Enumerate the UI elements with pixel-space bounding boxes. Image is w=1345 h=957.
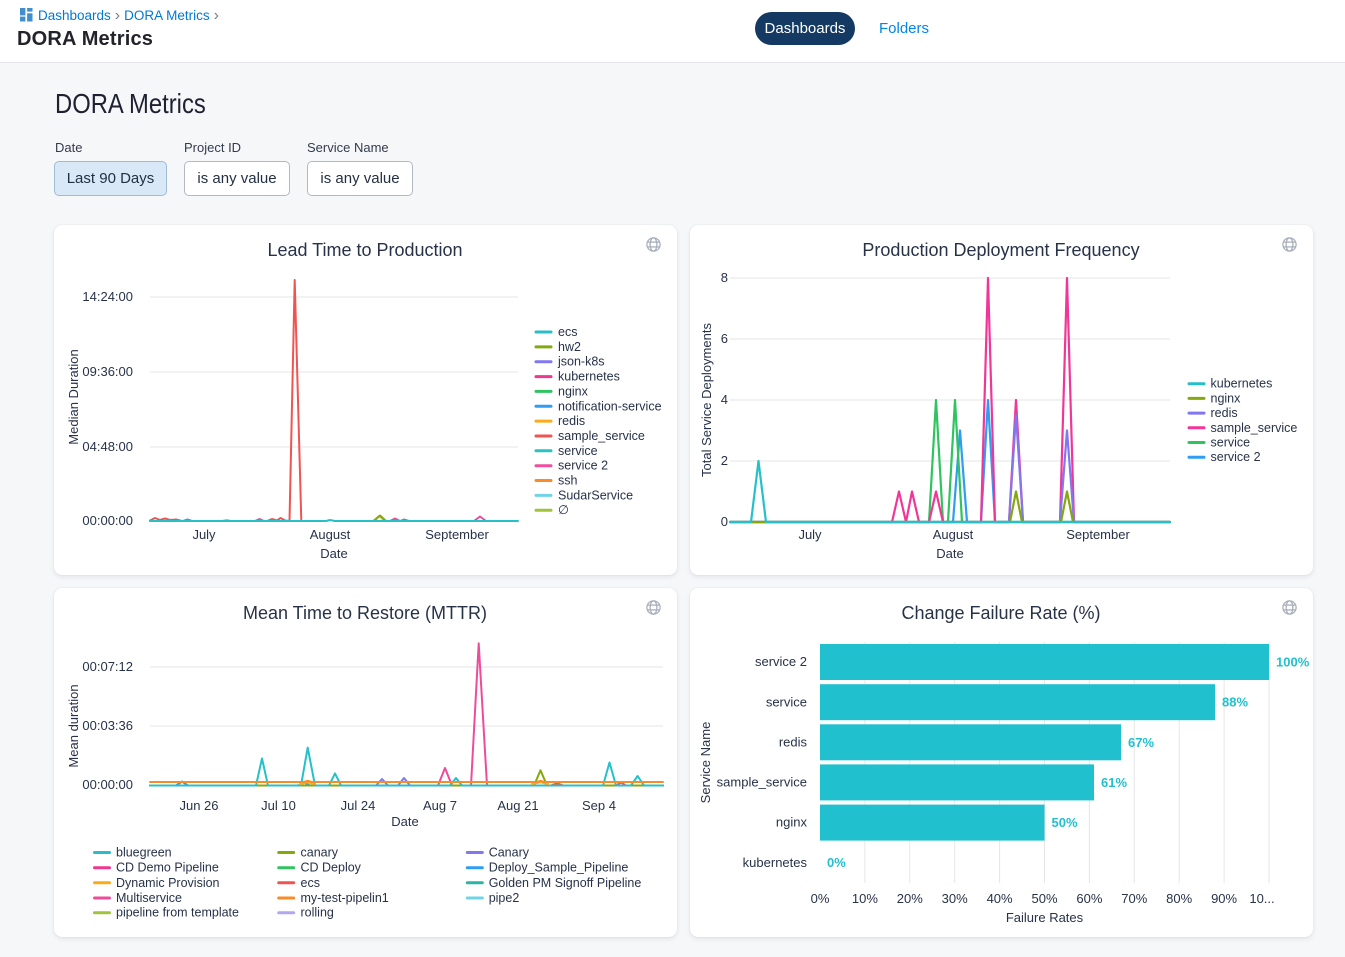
svg-text:04:48:00: 04:48:00: [82, 439, 133, 454]
svg-text:service: service: [766, 694, 807, 709]
svg-text:0: 0: [721, 514, 728, 529]
svg-text:Production Deployment Frequenc: Production Deployment Frequency: [862, 240, 1139, 260]
svg-text:CD Demo Pipeline: CD Demo Pipeline: [116, 861, 219, 875]
svg-text:09:36:00: 09:36:00: [82, 364, 133, 379]
svg-text:sample_service: sample_service: [558, 429, 645, 443]
svg-text:40%: 40%: [987, 891, 1013, 906]
svg-text:50%: 50%: [1031, 891, 1057, 906]
svg-text:20%: 20%: [897, 891, 923, 906]
svg-text:Jul 24: Jul 24: [341, 798, 376, 813]
svg-text:Date: Date: [320, 546, 347, 561]
svg-text:kubernetes: kubernetes: [743, 855, 808, 870]
svg-text:Total Service Deployments: Total Service Deployments: [699, 323, 714, 477]
svg-text:hw2: hw2: [558, 340, 581, 354]
svg-text:0%: 0%: [827, 855, 846, 870]
svg-text:∅: ∅: [558, 503, 569, 517]
svg-text:json-k8s: json-k8s: [557, 355, 605, 369]
svg-text:60%: 60%: [1076, 891, 1102, 906]
svg-text:Sep 4: Sep 4: [582, 798, 616, 813]
svg-text:100%: 100%: [1276, 655, 1310, 670]
svg-text:00:07:12: 00:07:12: [82, 659, 133, 674]
svg-text:ssh: ssh: [558, 474, 578, 488]
svg-text:redis: redis: [1211, 406, 1238, 420]
svg-text:4: 4: [721, 392, 728, 407]
svg-text:Mean Time to Restore (MTTR): Mean Time to Restore (MTTR): [243, 603, 487, 623]
svg-text:70%: 70%: [1121, 891, 1147, 906]
svg-text:10%: 10%: [852, 891, 878, 906]
svg-text:50%: 50%: [1052, 815, 1078, 830]
svg-text:Jun 26: Jun 26: [179, 798, 218, 813]
svg-text:service 2: service 2: [755, 654, 807, 669]
svg-text:August: August: [310, 527, 351, 542]
svg-text:30%: 30%: [942, 891, 968, 906]
svg-text:nginx: nginx: [558, 384, 589, 398]
svg-text:61%: 61%: [1101, 775, 1127, 790]
svg-text:rolling: rolling: [301, 906, 334, 920]
svg-text:CD Deploy: CD Deploy: [301, 861, 362, 875]
svg-text:July: July: [192, 527, 216, 542]
svg-text:00:00:00: 00:00:00: [82, 777, 133, 792]
svg-text:ecs: ecs: [558, 325, 577, 339]
svg-text:kubernetes: kubernetes: [1211, 377, 1273, 391]
svg-text:Median Duration: Median Duration: [66, 349, 81, 444]
svg-text:September: September: [425, 527, 489, 542]
svg-text:Lead Time to Production: Lead Time to Production: [267, 240, 462, 260]
svg-text:pipeline from template: pipeline from template: [116, 906, 239, 920]
svg-text:Service Name: Service Name: [698, 722, 713, 804]
svg-text:00:03:36: 00:03:36: [82, 718, 133, 733]
svg-text:notification-service: notification-service: [558, 399, 662, 413]
svg-text:Canary: Canary: [489, 846, 530, 860]
svg-text:ecs: ecs: [301, 876, 320, 890]
svg-text:Date: Date: [391, 814, 418, 829]
svg-text:canary: canary: [301, 846, 339, 860]
svg-text:sample_service: sample_service: [1211, 421, 1298, 435]
svg-text:2: 2: [721, 453, 728, 468]
svg-text:Aug 7: Aug 7: [423, 798, 457, 813]
svg-text:14:24:00: 14:24:00: [82, 289, 133, 304]
svg-text:service 2: service 2: [558, 459, 608, 473]
svg-text:Deploy_Sample_Pipeline: Deploy_Sample_Pipeline: [489, 861, 629, 875]
svg-text:90%: 90%: [1211, 891, 1237, 906]
svg-text:Change Failure Rate (%): Change Failure Rate (%): [901, 603, 1100, 623]
svg-text:bluegreen: bluegreen: [116, 846, 172, 860]
svg-text:service: service: [558, 444, 598, 458]
svg-text:my-test-pipelin1: my-test-pipelin1: [301, 891, 389, 905]
svg-text:00:00:00: 00:00:00: [82, 513, 133, 528]
svg-text:80%: 80%: [1166, 891, 1192, 906]
svg-text:0%: 0%: [811, 891, 830, 906]
svg-text:Multiservice: Multiservice: [116, 891, 182, 905]
svg-text:Dynamic Provision: Dynamic Provision: [116, 876, 220, 890]
svg-text:Golden PM Signoff Pipeline: Golden PM Signoff Pipeline: [489, 876, 642, 890]
svg-text:Mean duration: Mean duration: [66, 684, 81, 767]
svg-text:service 2: service 2: [1211, 450, 1261, 464]
svg-text:SudarService: SudarService: [558, 488, 633, 502]
svg-text:Date: Date: [936, 546, 963, 561]
svg-text:6: 6: [721, 331, 728, 346]
svg-text:nginx: nginx: [1211, 391, 1242, 405]
svg-text:Aug 21: Aug 21: [497, 798, 538, 813]
svg-text:Jul 10: Jul 10: [261, 798, 296, 813]
svg-text:July: July: [798, 527, 822, 542]
svg-text:Failure Rates: Failure Rates: [1006, 910, 1084, 925]
svg-text:nginx: nginx: [776, 815, 808, 830]
svg-text:redis: redis: [779, 734, 808, 749]
svg-text:sample_service: sample_service: [717, 775, 807, 790]
svg-text:88%: 88%: [1222, 695, 1248, 710]
svg-text:67%: 67%: [1128, 735, 1154, 750]
svg-text:10...: 10...: [1249, 891, 1274, 906]
svg-text:8: 8: [721, 270, 728, 285]
svg-text:redis: redis: [558, 414, 585, 428]
svg-text:kubernetes: kubernetes: [558, 370, 620, 384]
svg-text:service: service: [1211, 436, 1251, 450]
svg-text:pipe2: pipe2: [489, 891, 520, 905]
svg-text:August: August: [933, 527, 974, 542]
svg-text:September: September: [1066, 527, 1130, 542]
